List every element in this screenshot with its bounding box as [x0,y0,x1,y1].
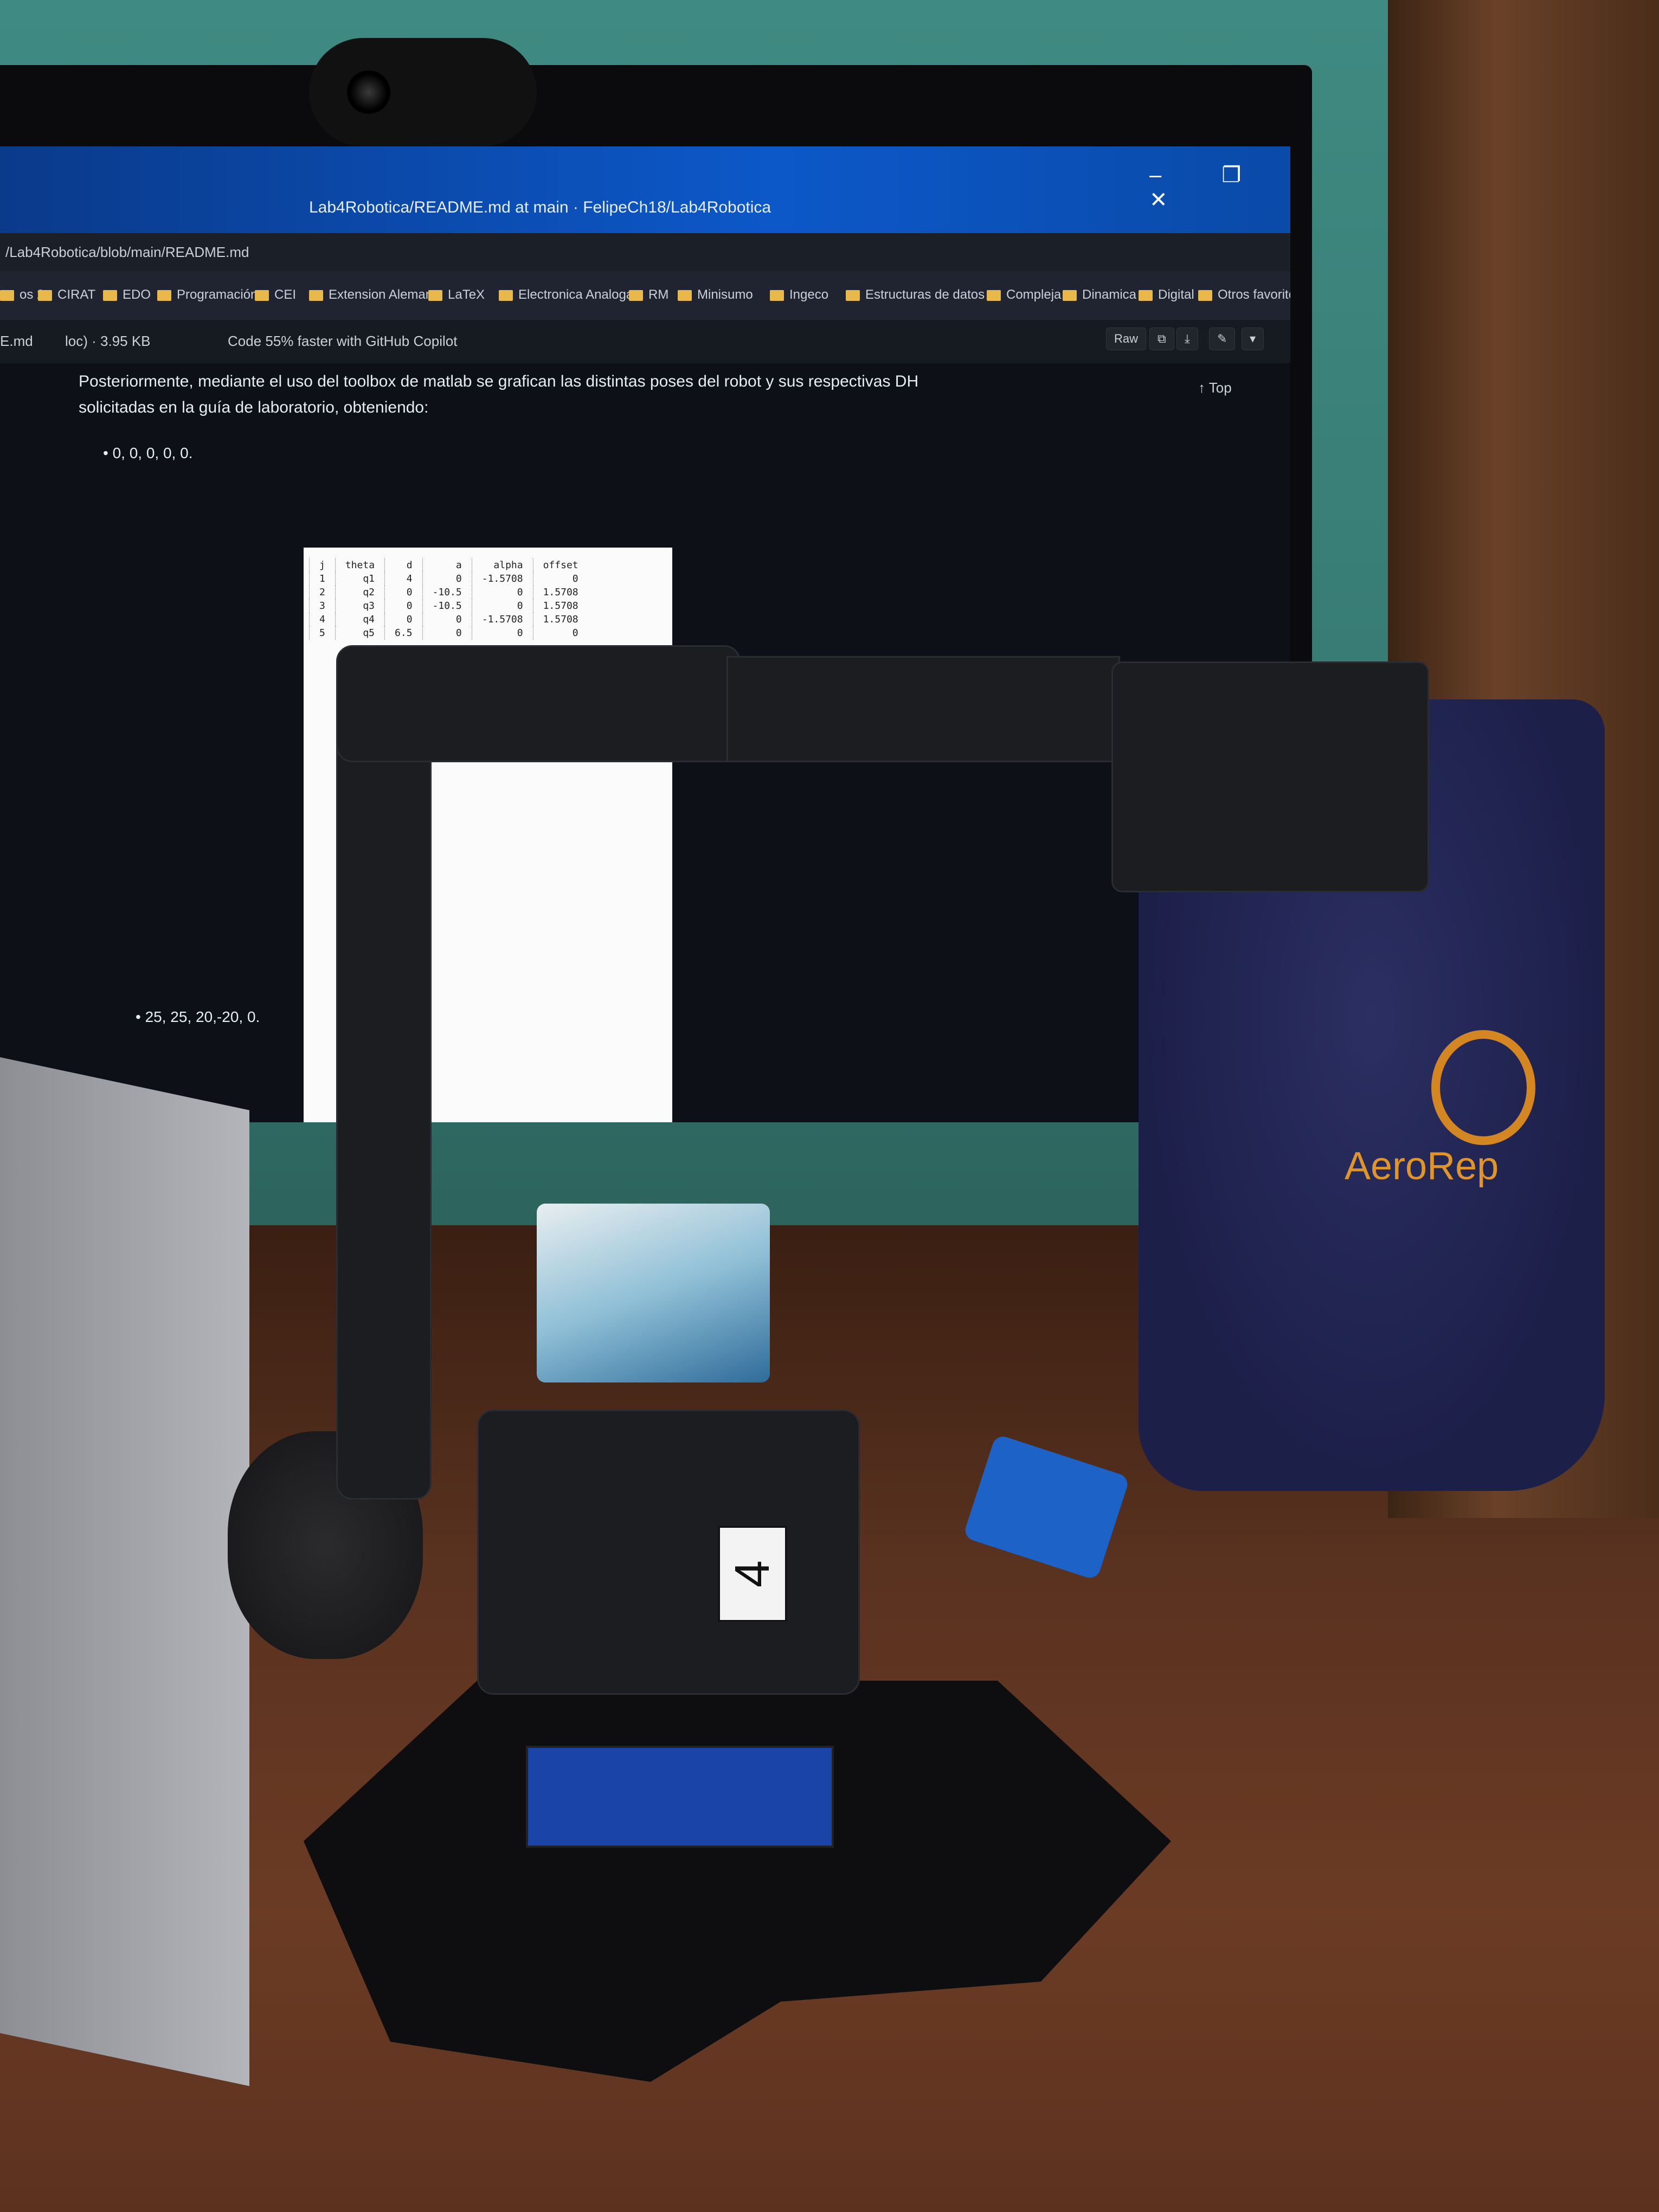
folder-icon [629,290,643,301]
folder-icon [499,290,513,301]
table-header: d [384,558,423,572]
robot-link-vertical [336,651,432,1500]
robot-gripper [1111,661,1429,892]
window-controls[interactable]: – ❐ ✕ [1149,163,1290,213]
file-header: E.md loc) · 3.95 KB Code 55% faster with… [0,320,1290,364]
table-row: 3 q3 0 -10.5 0 1.5708 [309,599,588,613]
fav-item[interactable]: Ingeco [770,287,828,303]
folder-icon [0,290,14,301]
robot-link-forearm [726,656,1120,762]
folder-icon [678,290,692,301]
top-button[interactable]: ↑ Top [1198,380,1232,396]
folder-icon [846,290,860,301]
folder-icon [157,290,171,301]
fav-item[interactable]: Compleja [987,287,1061,303]
fav-item[interactable]: Estructuras de datos [846,287,985,303]
fav-item[interactable]: Dinamica [1063,287,1136,303]
table-row: 1 q1 4 0 -1.5708 0 [309,572,588,586]
copy-icon[interactable]: ⧉ [1149,327,1174,350]
folder-icon [1198,290,1212,301]
address-bar[interactable]: /Lab4Robotica/blob/main/README.md [0,233,1290,271]
monitor-screen: Lab4Robotica/README.md at main · FelipeC… [0,146,1290,1122]
chevron-down-icon[interactable]: ▾ [1242,327,1264,350]
copilot-banner[interactable]: Code 55% faster with GitHub Copilot [228,333,457,350]
dh-table: j theta d a alpha offset 1 q1 4 0 -1.5708 0 2… [309,558,588,640]
other-favorites[interactable]: Otros favoritos [1198,287,1290,303]
readme-paragraph: Posteriormente, mediante el uso del tool… [79,372,919,416]
towel-brand-text: AeroRep [1345,1144,1499,1188]
fav-item[interactable]: Programación [157,287,258,303]
brand-logo [1431,1030,1535,1145]
folder-icon [428,290,442,301]
table-row: 5 q5 6.5 0 0 0 [309,626,588,640]
monitor: Lab4Robotica/README.md at main · FelipeC… [0,65,1312,1122]
table-header-row: j theta d a alpha offset [309,558,588,572]
url-text[interactable]: /Lab4Robotica/blob/main/README.md [5,244,249,261]
robot-base-servo [477,1410,860,1695]
folder-icon [309,290,323,301]
raw-button[interactable]: Raw [1106,327,1147,350]
folder-icon [1139,290,1153,301]
folder-icon [770,290,784,301]
table-row: 4 q4 0 0 -1.5708 1.5708 [309,613,588,626]
edit-icon[interactable]: ✎ [1209,327,1236,350]
table-header: j [309,558,336,572]
list-item: • 25, 25, 20,-20, 0. [136,1008,260,1025]
fav-item[interactable]: Extension Aleman [309,287,433,303]
folder-icon [255,290,269,301]
fav-item[interactable]: RM [629,287,668,303]
file-meta: loc) · 3.95 KB [65,333,151,349]
table-row: 2 q2 0 -10.5 0 1.5708 [309,586,588,599]
robot-link-upper [336,645,741,762]
table-header: offset [532,558,588,572]
fav-item[interactable]: EDO [103,287,151,303]
robot-number-label: 4 [718,1526,787,1622]
tissue-box [537,1204,770,1382]
list-item: • 0, 0, 0, 0, 0. [103,445,193,461]
table-header: alpha [471,558,533,572]
favorites-bar: os 2 CIRAT EDO Programación CEI Extensio… [0,271,1290,320]
control-board [526,1746,834,1848]
folder-icon [1063,290,1077,301]
fav-item[interactable]: CEI [255,287,296,303]
file-name: E.md [0,333,33,349]
laptop [0,1057,249,2086]
fav-item[interactable]: CIRAT [38,287,95,303]
download-icon[interactable]: ⤓ [1176,327,1198,350]
fav-item[interactable]: LaTeX [428,287,485,303]
webcam [309,38,537,146]
fav-item[interactable]: Electronica Analoga [499,287,633,303]
fav-item[interactable]: Minisumo [678,287,753,303]
tab-title[interactable]: Lab4Robotica/README.md at main · FelipeC… [309,198,771,217]
fav-item[interactable]: Digital [1139,287,1194,303]
folder-icon [987,290,1001,301]
webcam-lens [347,70,390,114]
table-header: a [422,558,472,572]
folder-icon [38,290,52,301]
browser-titlebar: Lab4Robotica/README.md at main · FelipeC… [0,146,1290,233]
table-header: theta [335,558,385,572]
folder-icon [103,290,117,301]
